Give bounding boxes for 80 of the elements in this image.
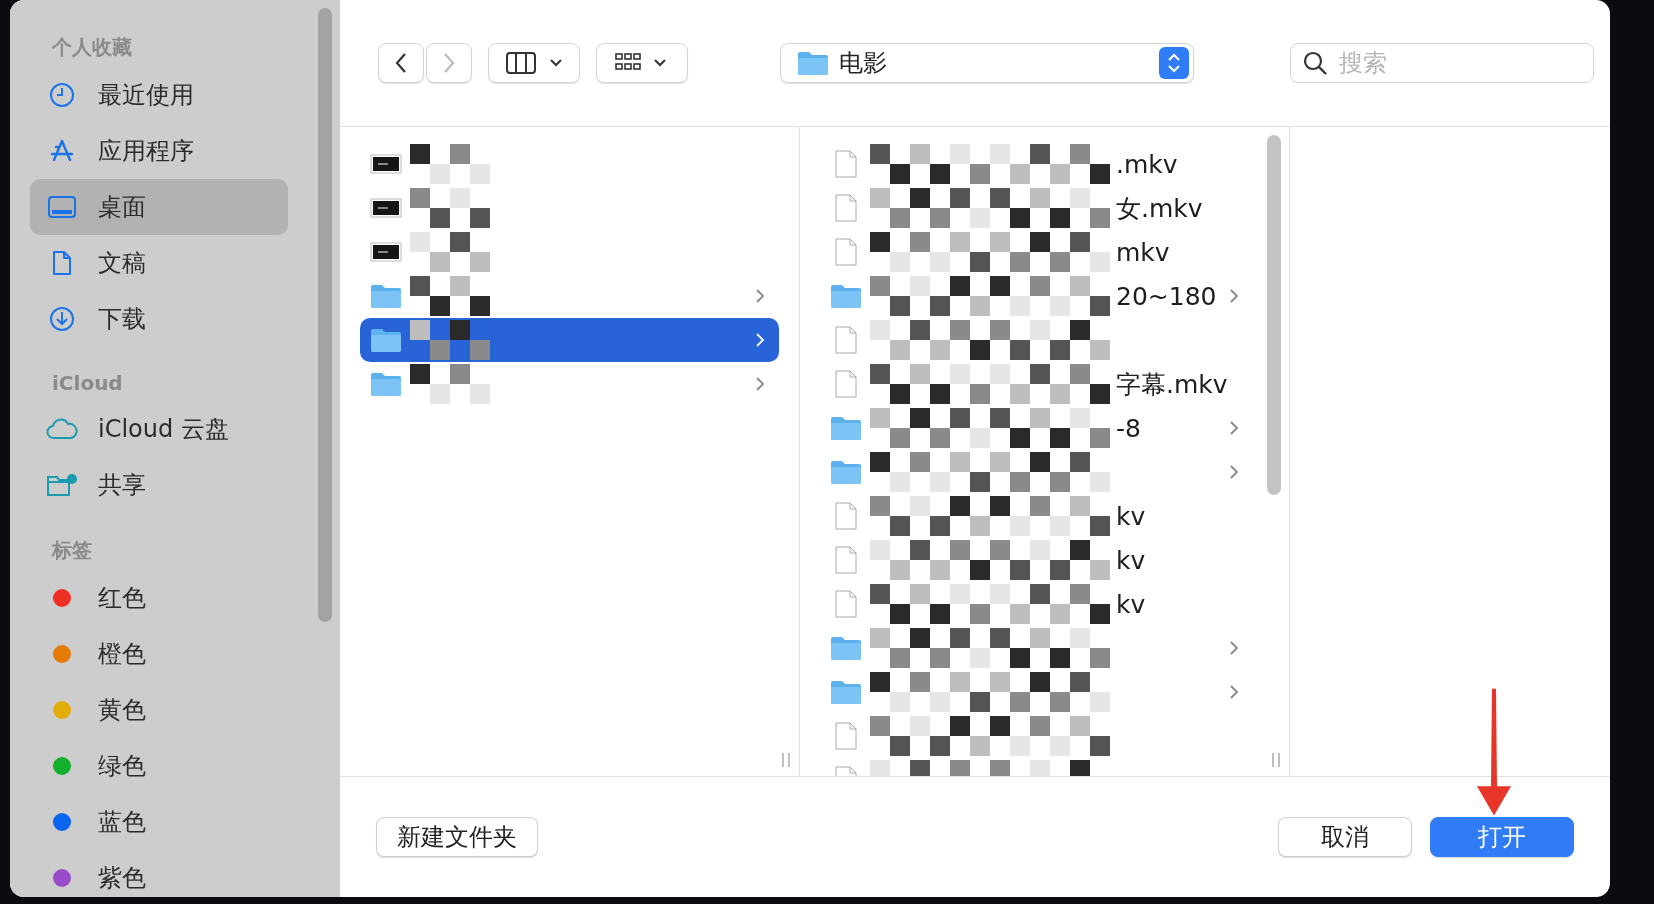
desktop-icon bbox=[48, 195, 76, 219]
sidebar-item[interactable]: 紫色 bbox=[30, 850, 288, 897]
section-heading: 标签 bbox=[50, 537, 93, 564]
file-row[interactable]: 20~180 bbox=[820, 274, 1253, 318]
file-row[interactable]: mkv bbox=[820, 230, 1253, 274]
chevron-left-icon bbox=[394, 52, 408, 74]
section-heading: 个人收藏 bbox=[51, 34, 133, 61]
file-row[interactable]: .mkv bbox=[820, 142, 1253, 186]
sidebar-item[interactable]: 红色 bbox=[30, 570, 288, 626]
app-store-icon bbox=[49, 138, 75, 164]
sidebar-item[interactable]: 最近使用 bbox=[30, 67, 288, 123]
stepper-icon bbox=[1159, 47, 1189, 79]
resize-handle-icon[interactable] bbox=[781, 752, 791, 768]
file-row[interactable]: kv bbox=[820, 582, 1253, 626]
file-row[interactable] bbox=[360, 318, 779, 362]
back-button[interactable] bbox=[378, 43, 424, 83]
sidebar-item[interactable]: 蓝色 bbox=[30, 794, 288, 850]
file-row[interactable]: 字幕.mkv bbox=[820, 362, 1253, 406]
sidebar-item[interactable]: 文稿 bbox=[30, 235, 288, 291]
file-row[interactable]: -8 bbox=[820, 406, 1253, 450]
folder-icon bbox=[370, 371, 402, 397]
sidebar-item[interactable]: 橙色 bbox=[30, 626, 288, 682]
folder-icon bbox=[830, 679, 862, 705]
column-view-button[interactable] bbox=[488, 43, 580, 83]
chevron-icon bbox=[755, 332, 765, 348]
document-icon bbox=[51, 250, 73, 276]
folder-icon bbox=[830, 283, 862, 309]
file-name: kv bbox=[1116, 501, 1146, 531]
file-name: .mkv bbox=[1116, 149, 1178, 179]
chevron-right-icon bbox=[442, 52, 456, 74]
scrollbar[interactable] bbox=[1267, 135, 1281, 495]
grid-view-button[interactable] bbox=[596, 43, 688, 83]
folder-icon bbox=[830, 635, 862, 661]
file-name: kv bbox=[1116, 589, 1146, 619]
chevron-icon bbox=[1229, 684, 1239, 700]
sidebar-item[interactable]: iCloud 云盘 bbox=[30, 401, 288, 457]
sidebar-item[interactable]: 绿色 bbox=[30, 738, 288, 794]
chevron-icon bbox=[1229, 420, 1239, 436]
chevron-icon bbox=[1229, 288, 1239, 304]
folder-icon bbox=[830, 415, 862, 441]
folder-icon bbox=[370, 327, 402, 353]
file-name: -8 bbox=[1116, 413, 1141, 443]
folder-icon bbox=[830, 459, 862, 485]
cancel-button[interactable]: 取消 bbox=[1278, 817, 1412, 857]
sidebar-item[interactable]: 黄色 bbox=[30, 682, 288, 738]
search-field[interactable]: 搜索 bbox=[1290, 43, 1594, 83]
file-row[interactable]: 女.mkv bbox=[820, 186, 1253, 230]
file-name: mkv bbox=[1116, 237, 1170, 267]
chevron-icon bbox=[1229, 640, 1239, 656]
chevron-icon bbox=[755, 376, 765, 392]
image-thumbnail-icon bbox=[370, 198, 402, 218]
location-name: 电影 bbox=[839, 48, 888, 79]
file-name: 20~180 bbox=[1116, 281, 1217, 311]
file-name: kv bbox=[1116, 545, 1146, 575]
location-popup[interactable]: 电影 bbox=[780, 43, 1194, 83]
chevron-icon bbox=[1229, 464, 1239, 480]
new-folder-button[interactable]: 新建文件夹 bbox=[376, 817, 538, 857]
folder-icon bbox=[370, 283, 402, 309]
sidebar-item[interactable]: 桌面 bbox=[30, 179, 288, 235]
resize-handle-icon[interactable] bbox=[1271, 752, 1281, 768]
file-name: 字幕.mkv bbox=[1116, 368, 1228, 401]
shared-folder-icon bbox=[46, 472, 78, 498]
image-thumbnail-icon bbox=[370, 154, 402, 174]
section-heading: iCloud bbox=[51, 370, 124, 397]
sidebar-item[interactable]: 下载 bbox=[30, 291, 288, 347]
file-row[interactable]: kv bbox=[820, 538, 1253, 582]
scrollbar[interactable] bbox=[318, 8, 332, 622]
sidebar-item[interactable]: 共享 bbox=[30, 457, 288, 513]
folder-icon bbox=[797, 50, 829, 76]
download-icon bbox=[49, 306, 75, 332]
clock-icon bbox=[49, 82, 75, 108]
chevron-icon bbox=[755, 288, 765, 304]
file-name: 女.mkv bbox=[1116, 192, 1203, 225]
open-button[interactable]: 打开 bbox=[1430, 817, 1574, 857]
search-icon bbox=[1302, 50, 1328, 76]
file-row[interactable]: kv bbox=[820, 494, 1253, 538]
image-thumbnail-icon bbox=[370, 242, 402, 262]
cloud-icon bbox=[46, 418, 78, 440]
columns-icon bbox=[505, 51, 563, 75]
sidebar-item[interactable]: 应用程序 bbox=[30, 123, 288, 179]
